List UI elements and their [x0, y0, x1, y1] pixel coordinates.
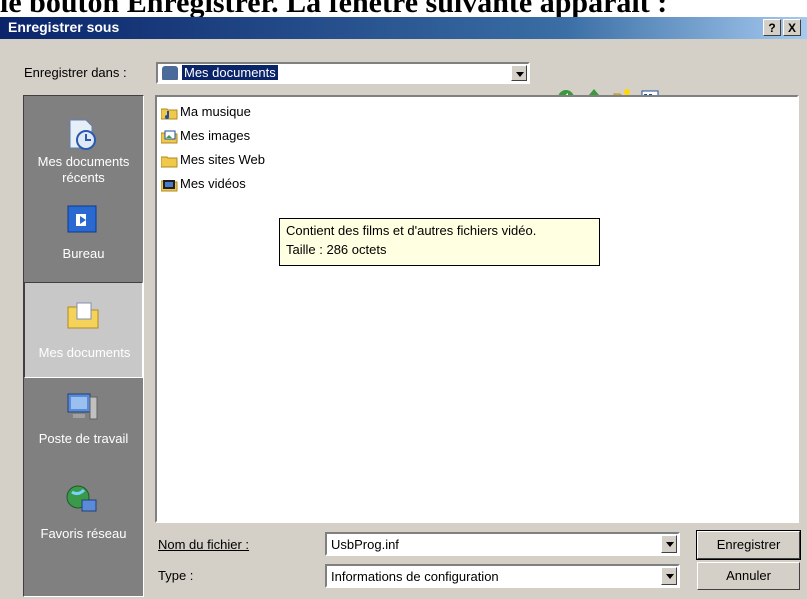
- filename-input[interactable]: UsbProg.inf: [325, 532, 680, 556]
- folder-icon: [161, 156, 178, 168]
- save-in-label: Enregistrer dans :: [24, 65, 127, 80]
- pictures-folder-icon: [161, 130, 178, 144]
- tooltip-description: Contient des films et d'autres fichiers …: [286, 223, 537, 238]
- chevron-down-icon[interactable]: [661, 535, 677, 553]
- file-name: Mes vidéos: [180, 176, 246, 191]
- place-my-documents[interactable]: Mes documents: [24, 282, 143, 378]
- place-label: Favoris réseau: [40, 526, 127, 541]
- place-label: récents: [62, 170, 105, 185]
- save-button[interactable]: Enregistrer: [696, 530, 801, 560]
- place-desktop[interactable]: Bureau: [24, 196, 143, 288]
- computer-icon: [67, 393, 98, 420]
- file-list[interactable]: Ma musique Mes images Mes sites Web Mes …: [155, 95, 799, 523]
- dialog-title: Enregistrer sous: [8, 19, 120, 35]
- close-button[interactable]: X: [783, 19, 801, 36]
- filetype-label: Type :: [158, 568, 194, 583]
- title-bar: Enregistrer sous ? X: [0, 17, 807, 39]
- chevron-down-icon[interactable]: [661, 567, 677, 585]
- music-folder-icon: [161, 108, 178, 120]
- desktop-icon: [67, 205, 97, 233]
- help-button[interactable]: ?: [763, 19, 781, 36]
- list-item[interactable]: Mes sites Web: [161, 152, 265, 172]
- save-in-value: Mes documents: [182, 65, 278, 80]
- place-label: Bureau: [62, 246, 105, 261]
- recent-documents-icon: [69, 119, 96, 150]
- filetype-dropdown[interactable]: Informations de configuration: [325, 564, 680, 588]
- network-icon: [66, 485, 97, 512]
- place-label: Mes documents: [38, 345, 131, 360]
- filename-label: Nom du fichier :: [158, 537, 250, 552]
- tooltip: Contient des films et d'autres fichiers …: [279, 218, 600, 266]
- places-bar: Mes documents récents Bureau Mes documen…: [23, 95, 144, 597]
- my-documents-icon: [162, 66, 178, 80]
- file-name: Mes images: [180, 128, 251, 143]
- file-name: Mes sites Web: [180, 152, 266, 167]
- place-my-computer[interactable]: Poste de travail: [24, 381, 143, 473]
- list-item[interactable]: Mes images: [161, 128, 250, 148]
- place-label: Poste de travail: [38, 431, 129, 446]
- list-item[interactable]: Mes vidéos: [161, 176, 246, 196]
- videos-folder-icon: [161, 179, 178, 192]
- cancel-button[interactable]: Annuler: [697, 562, 800, 590]
- save-in-dropdown[interactable]: Mes documents: [156, 62, 530, 84]
- place-network[interactable]: Favoris réseau: [24, 474, 143, 566]
- place-label: Mes documents: [37, 154, 130, 169]
- list-item[interactable]: Ma musique: [161, 104, 251, 124]
- chevron-down-icon[interactable]: [511, 65, 527, 81]
- file-name: Ma musique: [180, 104, 251, 119]
- my-documents-folder-icon: [67, 302, 99, 329]
- place-recent-documents[interactable]: Mes documents récents: [24, 104, 143, 196]
- filename-value: UsbProg.inf: [331, 537, 399, 552]
- save-as-dialog: Enregistrer sous ? X Enregistrer dans : …: [0, 17, 807, 599]
- filetype-value: Informations de configuration: [331, 569, 499, 584]
- tooltip-size: Taille : 286 octets: [286, 242, 387, 257]
